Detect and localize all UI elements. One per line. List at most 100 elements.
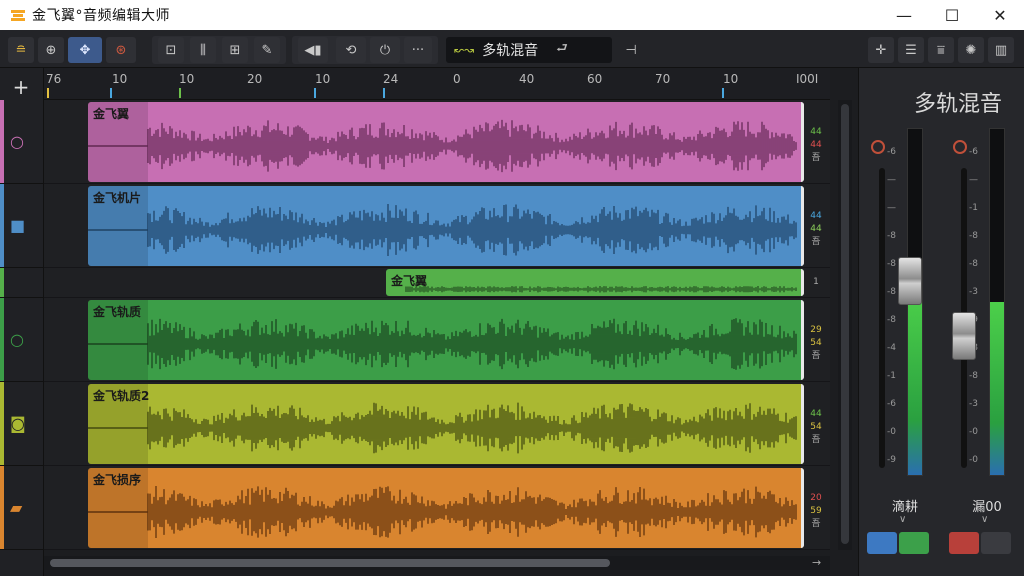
mode-display[interactable]: ↜↝ 多轨混音 ⮐ <box>446 37 612 63</box>
marker-flag[interactable] <box>110 88 117 98</box>
select-tool-icon[interactable]: ✥ <box>68 37 102 63</box>
split-icon[interactable]: ⊡ <box>158 37 184 63</box>
track-header[interactable]: ◙ <box>0 382 44 466</box>
layers-icon[interactable]: ≘ <box>8 37 34 63</box>
audio-clip[interactable]: 金飞轨质 <box>88 300 804 380</box>
audio-clip[interactable]: 金飞轨质2 <box>88 384 804 464</box>
track-header[interactable]: ■ <box>0 184 44 268</box>
ruler-tick: 70 <box>655 72 671 86</box>
fader-track[interactable] <box>879 168 885 468</box>
track-lane[interactable]: 金飞损序 20 59 吾 <box>44 466 830 550</box>
horizontal-scrollbar[interactable] <box>44 556 830 570</box>
mixer-channel-strip: -6 — — -8 -8 -8 -8 -4 -1 -6 -0 -9 滴耕 ∨ <box>865 128 945 568</box>
power-icon[interactable]: ⏻ <box>370 37 400 63</box>
record-icon[interactable]: ⊛ <box>106 37 136 63</box>
waveform-path <box>88 486 797 538</box>
db-scale-label: -0 <box>887 427 896 437</box>
arrangement-area[interactable]: 金飞翼 44 44 吾金飞机片 44 44 吾金飞翼 1 金飞轨质 29 54 吾金飞轨质2 44 54 吾… <box>44 100 830 550</box>
ruler-tick: 60 <box>587 72 603 86</box>
waveform-path <box>88 119 797 173</box>
chevron-down-icon[interactable]: ∨ <box>899 514 906 525</box>
list-view-icon[interactable]: ☰ <box>898 37 924 63</box>
volume-fader-handle[interactable] <box>952 311 976 360</box>
pan-knob-icon[interactable] <box>871 140 885 154</box>
mixer-view-icon[interactable]: ⫼ <box>190 37 216 63</box>
scroll-right-icon[interactable]: → <box>812 556 821 569</box>
maximize-button[interactable]: ☐ <box>928 0 976 30</box>
add-track-icon[interactable]: ✛ <box>868 37 894 63</box>
track-icon[interactable]: ■ <box>10 216 25 235</box>
waveform <box>88 102 797 182</box>
vertical-scrollbar[interactable] <box>838 100 852 550</box>
db-scale-label: — <box>969 175 978 185</box>
channel-color-button[interactable] <box>899 532 929 554</box>
channel-color-button[interactable] <box>867 532 897 554</box>
mixer-title: 多轨混音 <box>913 92 1002 117</box>
scroll-thumb[interactable] <box>50 559 610 567</box>
db-scale-label: -8 <box>887 259 896 269</box>
volume-icon[interactable]: ◀▮ <box>298 37 328 63</box>
track-icon[interactable]: ○ <box>10 132 24 151</box>
app-logo-icon <box>11 10 25 21</box>
ruler-tick: 0 <box>453 72 461 86</box>
track-icon[interactable]: ○ <box>10 330 24 349</box>
mixer-panel: 多轨混音 -6— — -8 -8 -8 -8 -4 -1 -6 -0 -9 滴耕 ∨ -6— -1 -8 -8-… <box>858 68 1024 576</box>
track-meta-value: 20 <box>810 493 822 503</box>
track-headers: + ○ ■ ○ ◙ ▰ <box>0 68 44 576</box>
clip-name: 金飞翼 <box>93 107 130 121</box>
track-meta-value: 29 <box>810 325 822 335</box>
db-scale-label: -0 <box>969 427 978 437</box>
track-lane[interactable]: 金飞翼 44 44 吾 <box>44 100 830 184</box>
track-lane[interactable]: 金飞翼 1 <box>44 268 830 298</box>
main-toolbar: ≘ ⊕ ✥ ⊛ ⊡ ⫼ ⊞ ✎ ◀▮ ⟲ ⏻ ··· ↜↝ 多轨混音 ⮐ ⊣ ✛… <box>0 30 1024 68</box>
track-meta-value: 44 <box>810 140 822 150</box>
mixer-panel-icon[interactable]: ▥ <box>988 37 1014 63</box>
waveform <box>88 468 797 548</box>
audio-clip[interactable]: 金飞机片 <box>88 186 804 266</box>
snap-icon[interactable]: ⊕ <box>38 37 64 63</box>
track-header[interactable] <box>0 268 44 298</box>
track-icon[interactable]: ◙ <box>10 414 26 433</box>
mixer-channel-strip: -6—-1-8-8-3-9-8-8-3-0-0漏00∨ <box>947 128 1024 568</box>
pan-knob-icon[interactable] <box>953 140 967 154</box>
clip-name: 金飞损序 <box>93 473 142 487</box>
marker-icon[interactable]: ⊣ <box>620 37 642 63</box>
audio-clip[interactable]: 金飞翼 <box>386 269 804 296</box>
track-meta-value: 吾 <box>811 519 821 529</box>
track-color-strip <box>0 466 4 549</box>
track-header[interactable]: ▰ <box>0 466 44 550</box>
marker-flag[interactable] <box>179 88 186 98</box>
track-lane[interactable]: 金飞机片 44 44 吾 <box>44 184 830 268</box>
minimize-button[interactable]: — <box>880 0 928 30</box>
effects-icon[interactable]: ✺ <box>958 37 984 63</box>
timeline-ruler[interactable]: 76 10 10 20 10 24 0 40 60 70 10 I00I <box>44 68 830 100</box>
db-scale-label: — <box>887 175 896 185</box>
audio-clip[interactable]: 金飞损序 <box>88 468 804 548</box>
marker-flag[interactable] <box>722 88 729 98</box>
track-header[interactable]: ○ <box>0 298 44 382</box>
audio-clip[interactable]: 金飞翼 <box>88 102 804 182</box>
edit-icon[interactable]: ✎ <box>254 37 280 63</box>
marker-flag[interactable] <box>383 88 390 98</box>
eq-icon[interactable]: ⩸ <box>928 37 954 63</box>
channel-color-button[interactable] <box>949 532 979 554</box>
marker-flag[interactable] <box>314 88 321 98</box>
track-lane[interactable]: 金飞轨质2 44 54 吾 <box>44 382 830 466</box>
export-icon[interactable]: ⮐ <box>556 39 568 61</box>
track-meta-value: 44 <box>810 224 822 234</box>
track-header[interactable]: ○ <box>0 100 44 184</box>
clip-icon[interactable]: ⊞ <box>222 37 248 63</box>
track-lane[interactable]: 金飞轨质 29 54 吾 <box>44 298 830 382</box>
volume-fader-handle[interactable] <box>898 257 922 306</box>
more-button[interactable]: ··· <box>404 37 432 63</box>
close-button[interactable]: ✕ <box>976 0 1024 30</box>
scroll-thumb[interactable] <box>841 104 849 544</box>
loop-icon[interactable]: ⟲ <box>336 37 366 63</box>
channel-color-button[interactable] <box>981 532 1011 554</box>
marker-flag[interactable] <box>47 88 54 98</box>
add-track-button[interactable]: + <box>8 74 34 100</box>
db-scale-label: -8 <box>969 371 978 381</box>
chevron-down-icon[interactable]: ∨ <box>981 514 988 525</box>
track-icon[interactable]: ▰ <box>10 498 22 517</box>
track-meta-value: 44 <box>810 409 822 419</box>
